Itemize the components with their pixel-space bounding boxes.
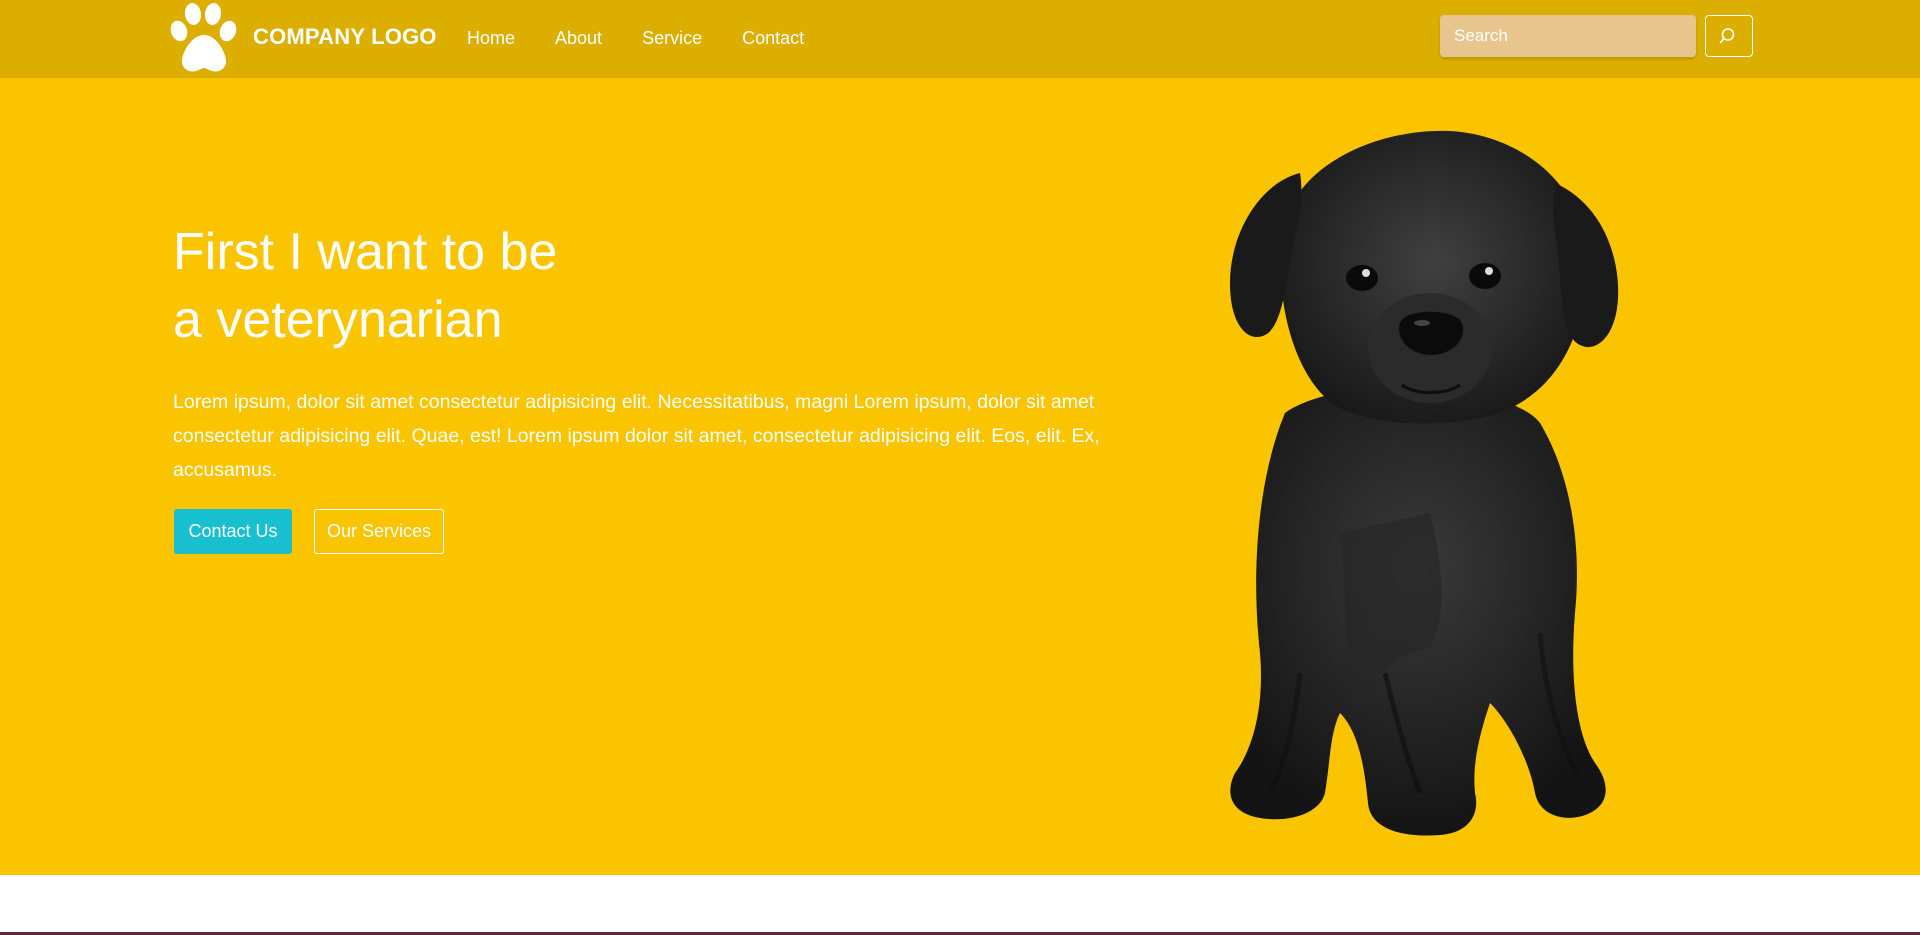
nav-links: Home About Service Contact	[467, 0, 844, 78]
hero-section: First I want to be a veterynarian Lorem …	[0, 78, 1920, 875]
navbar: COMPANY LOGO Home About Service Contact	[0, 0, 1920, 78]
brand[interactable]: COMPANY LOGO	[165, 0, 437, 78]
nav-about[interactable]: About	[555, 28, 602, 49]
search-form	[1440, 15, 1753, 57]
black-puppy-image	[1230, 130, 1619, 836]
hero-title: First I want to be a veterynarian	[173, 218, 557, 354]
hero-title-line-2: a veterynarian	[173, 291, 503, 349]
contact-us-button[interactable]: Contact Us	[174, 509, 292, 554]
nav-service[interactable]: Service	[642, 28, 702, 49]
our-services-button[interactable]: Our Services	[314, 509, 444, 554]
nav-home[interactable]: Home	[467, 28, 515, 49]
hero-description: Lorem ipsum, dolor sit amet consectetur …	[173, 391, 1100, 481]
nav-contact[interactable]: Contact	[742, 28, 804, 49]
search-input[interactable]	[1440, 15, 1696, 57]
search-icon	[1719, 28, 1735, 44]
brand-name: COMPANY LOGO	[253, 24, 437, 49]
hero-title-line-1: First I want to be	[173, 223, 558, 281]
paw-icon	[170, 3, 237, 72]
search-button[interactable]	[1705, 15, 1753, 57]
